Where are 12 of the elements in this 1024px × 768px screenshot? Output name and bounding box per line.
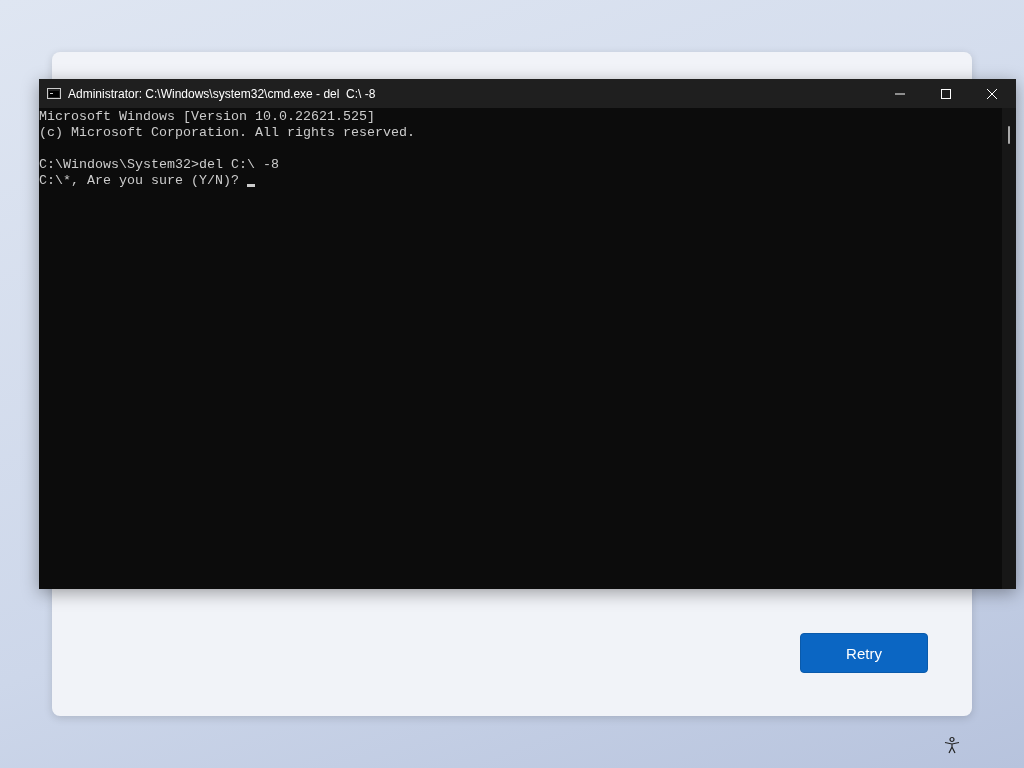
console-line: C:\*, Are you sure (Y/N)? xyxy=(39,173,240,189)
scrollbar-thumb[interactable] xyxy=(1008,126,1010,144)
maximize-icon[interactable] xyxy=(940,87,952,100)
console-line: C:\Windows\System32>del C:\ -8 xyxy=(39,157,279,173)
close-icon[interactable] xyxy=(986,87,998,100)
console-line: (c) Microsoft Corporation. All rights reserved. xyxy=(39,125,415,141)
accessibility-icon[interactable] xyxy=(943,736,961,754)
console-line: Microsoft Windows [Version 10.0.22621.525] xyxy=(39,109,375,125)
retry-button[interactable]: Retry xyxy=(800,633,928,673)
window-title: Administrator: C:\Windows\system32\cmd.exe - del C:\ -8 xyxy=(68,86,376,101)
text-cursor xyxy=(246,184,255,187)
console-icon xyxy=(47,88,61,99)
